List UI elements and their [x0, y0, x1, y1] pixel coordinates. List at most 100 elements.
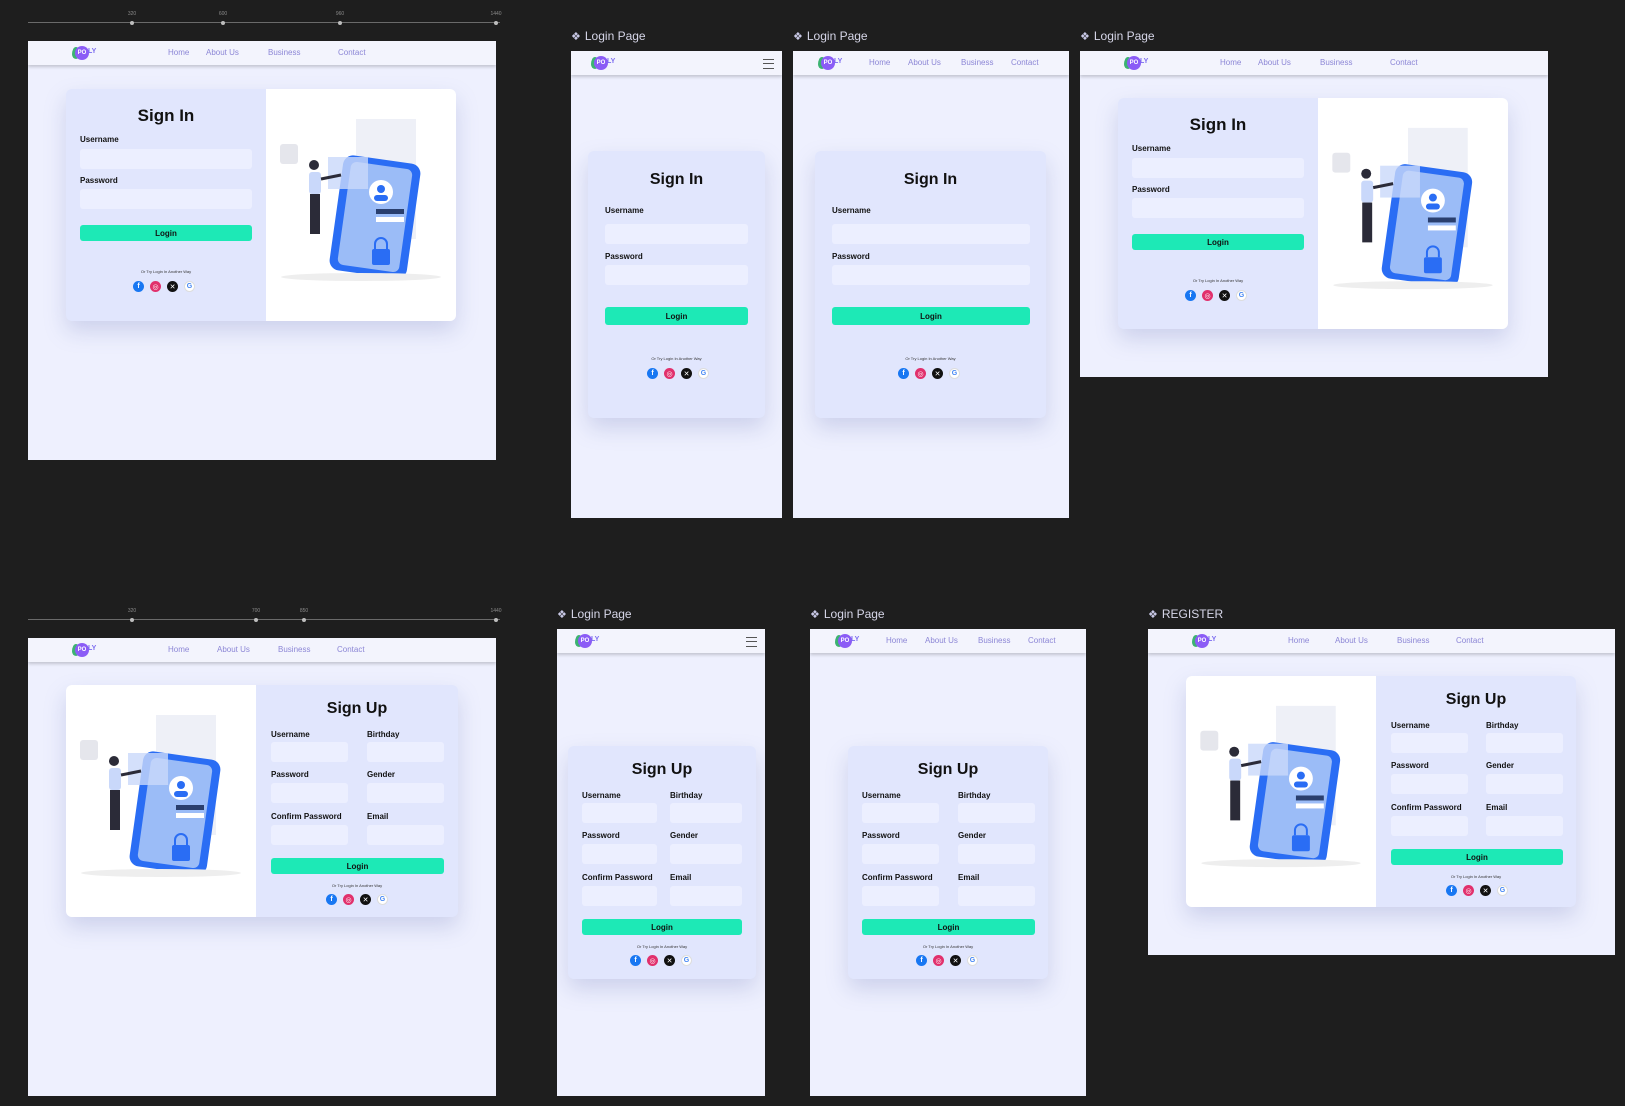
x-icon[interactable]: ✕	[664, 955, 675, 966]
ruler-tick[interactable]	[130, 618, 134, 622]
nav-contact-link[interactable]: Contact	[337, 645, 365, 654]
nav-contact-link[interactable]: Contact	[1011, 58, 1039, 67]
logo[interactable]: PO LY	[1124, 55, 1148, 71]
password-input[interactable]	[1391, 774, 1468, 794]
gender-input[interactable]	[958, 844, 1035, 864]
email-input[interactable]	[1486, 816, 1563, 836]
login-button[interactable]: Login	[582, 919, 742, 935]
logo[interactable]: PO LY	[72, 642, 96, 658]
nav-home-link[interactable]: Home	[1288, 636, 1309, 645]
confirm-password-input[interactable]	[1391, 816, 1468, 836]
username-input[interactable]	[832, 224, 1030, 244]
username-input[interactable]	[1132, 158, 1304, 178]
nav-home-link[interactable]: Home	[886, 636, 907, 645]
x-icon[interactable]: ✕	[950, 955, 961, 966]
signup-frame-desktop[interactable]: PO LY Home About Us Business Contact Sig…	[28, 638, 496, 1096]
nav-contact-link[interactable]: Contact	[1456, 636, 1484, 645]
ruler-tick[interactable]	[338, 21, 342, 25]
frame-title[interactable]: ❖ Login Page	[557, 607, 632, 621]
nav-about-link[interactable]: About Us	[1335, 636, 1368, 645]
nav-contact-link[interactable]: Contact	[1390, 58, 1418, 67]
signup-frame-mobile[interactable]: PO LY Sign Up Username Birthday Password …	[557, 629, 765, 1096]
login-button[interactable]: Login	[271, 858, 444, 874]
facebook-icon[interactable]: f	[1446, 885, 1457, 896]
email-input[interactable]	[367, 825, 444, 845]
nav-business-link[interactable]: Business	[278, 645, 310, 654]
password-input[interactable]	[832, 265, 1030, 285]
username-input[interactable]	[582, 803, 657, 823]
birthday-input[interactable]	[367, 742, 444, 762]
nav-business-link[interactable]: Business	[961, 58, 993, 67]
instagram-icon[interactable]: ◎	[915, 368, 926, 379]
login-button[interactable]: Login	[1132, 234, 1304, 250]
instagram-icon[interactable]: ◎	[647, 955, 658, 966]
google-icon[interactable]: G	[681, 955, 692, 966]
x-icon[interactable]: ✕	[1480, 885, 1491, 896]
instagram-icon[interactable]: ◎	[933, 955, 944, 966]
gender-input[interactable]	[1486, 774, 1563, 794]
google-icon[interactable]: G	[1236, 290, 1247, 301]
logo[interactable]: PO LY	[575, 633, 599, 649]
confirm-password-input[interactable]	[271, 825, 348, 845]
birthday-input[interactable]	[670, 803, 742, 823]
login-button[interactable]: Login	[605, 307, 748, 325]
frame-title[interactable]: ❖ REGISTER	[1148, 607, 1223, 621]
ruler-tick[interactable]	[494, 618, 498, 622]
ruler-tick[interactable]	[254, 618, 258, 622]
nav-business-link[interactable]: Business	[1320, 58, 1352, 67]
email-input[interactable]	[958, 886, 1035, 906]
gender-input[interactable]	[367, 783, 444, 803]
username-input[interactable]	[862, 803, 939, 823]
username-input[interactable]	[80, 149, 252, 169]
nav-contact-link[interactable]: Contact	[1028, 636, 1056, 645]
x-icon[interactable]: ✕	[167, 281, 178, 292]
nav-about-link[interactable]: About Us	[925, 636, 958, 645]
google-icon[interactable]: G	[949, 368, 960, 379]
username-input[interactable]	[605, 224, 748, 244]
google-icon[interactable]: G	[1497, 885, 1508, 896]
nav-about-link[interactable]: About Us	[206, 48, 239, 57]
nav-home-link[interactable]: Home	[168, 48, 189, 57]
password-input[interactable]	[582, 844, 657, 864]
logo[interactable]: PO LY	[818, 55, 842, 71]
instagram-icon[interactable]: ◎	[1202, 290, 1213, 301]
username-input[interactable]	[1391, 733, 1468, 753]
frame-title[interactable]: ❖ Login Page	[810, 607, 885, 621]
password-input[interactable]	[80, 189, 252, 209]
password-input[interactable]	[1132, 198, 1304, 218]
nav-contact-link[interactable]: Contact	[338, 48, 366, 57]
nav-about-link[interactable]: About Us	[908, 58, 941, 67]
frame-title[interactable]: ❖ Login Page	[793, 29, 868, 43]
login-button[interactable]: Login	[80, 225, 252, 241]
facebook-icon[interactable]: f	[630, 955, 641, 966]
register-frame-laptop[interactable]: PO LY Home About Us Business Contact Sig…	[1148, 629, 1615, 955]
instagram-icon[interactable]: ◎	[664, 368, 675, 379]
email-input[interactable]	[670, 886, 742, 906]
login-button[interactable]: Login	[1391, 849, 1563, 865]
signin-frame-tablet[interactable]: PO LY Home About Us Business Contact Sign…	[793, 51, 1069, 518]
username-input[interactable]	[271, 742, 348, 762]
nav-business-link[interactable]: Business	[978, 636, 1010, 645]
facebook-icon[interactable]: f	[916, 955, 927, 966]
login-button[interactable]: Login	[832, 307, 1030, 325]
google-icon[interactable]: G	[184, 281, 195, 292]
facebook-icon[interactable]: f	[133, 281, 144, 292]
nav-business-link[interactable]: Business	[268, 48, 300, 57]
nav-business-link[interactable]: Business	[1397, 636, 1429, 645]
nav-home-link[interactable]: Home	[869, 58, 890, 67]
menu-icon[interactable]	[763, 59, 774, 69]
logo[interactable]: PO LY	[1192, 633, 1216, 649]
login-button[interactable]: Login	[862, 919, 1035, 935]
frame-title[interactable]: ❖ Login Page	[1080, 29, 1155, 43]
birthday-input[interactable]	[1486, 733, 1563, 753]
password-input[interactable]	[605, 265, 748, 285]
x-icon[interactable]: ✕	[681, 368, 692, 379]
ruler-tick[interactable]	[221, 21, 225, 25]
logo[interactable]: PO LY	[835, 633, 859, 649]
signin-frame-mobile[interactable]: PO LY Sign In Username Password Login Or …	[571, 51, 782, 518]
password-input[interactable]	[862, 844, 939, 864]
birthday-input[interactable]	[958, 803, 1035, 823]
nav-about-link[interactable]: About Us	[217, 645, 250, 654]
password-input[interactable]	[271, 783, 348, 803]
x-icon[interactable]: ✕	[932, 368, 943, 379]
